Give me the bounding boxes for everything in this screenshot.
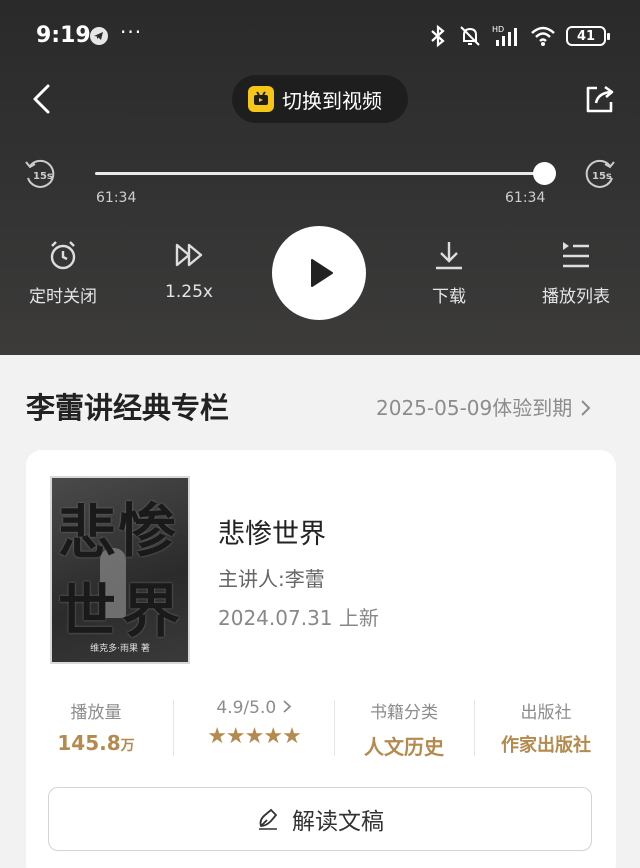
publisher-label: 出版社: [520, 703, 572, 723]
book-cover[interactable]: 悲 惨 世 界 维克多·雨果 著: [50, 476, 190, 664]
stat-category[interactable]: 书籍分类 人文历史: [334, 698, 474, 760]
book-speaker: 主讲人:李蕾: [218, 567, 325, 591]
svg-text:15s: 15s: [33, 171, 53, 182]
stat-plays: 播放量 145.8万: [26, 698, 166, 755]
status-time: 9:19: [36, 23, 91, 48]
playlist-button[interactable]: 播放列表: [521, 238, 631, 307]
share-button[interactable]: [583, 82, 617, 116]
more-notifications-icon: ···: [120, 20, 143, 44]
plays-number: 145.8: [57, 731, 121, 755]
audio-player-panel: 9:19 ··· HD 41 切换到视频 15s 15s 61:34 61:34…: [0, 0, 640, 355]
column-title: 李蕾讲经典专栏: [26, 391, 230, 425]
download-icon: [436, 242, 462, 270]
wifi-icon: [531, 26, 555, 46]
playback-speed-button[interactable]: 1.25x: [134, 238, 244, 302]
chevron-left-icon: [33, 84, 50, 114]
book-info-card: 悲 惨 世 界 维克多·雨果 著 悲惨世界 主讲人:李蕾 2024.07.31 …: [26, 450, 616, 868]
chevron-right-icon: [580, 400, 591, 416]
read-transcript-label: 解读文稿: [292, 809, 384, 835]
playlist-icon: [563, 242, 589, 268]
svg-text:HD: HD: [492, 25, 504, 34]
skip-back-15s-button[interactable]: 15s: [22, 156, 58, 192]
plays-unit: 万: [120, 738, 135, 754]
progress-thumb[interactable]: [533, 162, 556, 185]
mute-bell-icon: [460, 26, 480, 46]
cover-char-2: 惨: [118, 497, 177, 565]
alarm-clock-icon: [50, 241, 76, 270]
playback-speed-label: 1.25x: [165, 282, 213, 302]
timer-close-button[interactable]: 定时关闭: [8, 238, 118, 307]
book-title: 悲惨世界: [218, 519, 326, 550]
pen-icon: [259, 808, 278, 830]
stat-divider: [474, 700, 475, 756]
stat-divider: [173, 700, 174, 756]
share-icon: [586, 85, 614, 113]
bluetooth-icon: [431, 24, 445, 48]
svg-text:15s: 15s: [592, 171, 612, 182]
switch-to-video-button[interactable]: 切换到视频: [232, 75, 408, 123]
rating-label: 4.9/5.0: [184, 698, 324, 718]
trial-expire-link[interactable]: 2025-05-09体验到期: [376, 392, 591, 421]
stat-publisher[interactable]: 出版社 作家出版社: [476, 698, 616, 757]
back-button[interactable]: [28, 82, 58, 116]
play-button[interactable]: [272, 226, 366, 320]
rating-score: 4.9/5.0: [216, 698, 277, 718]
download-label: 下载: [432, 287, 466, 307]
category-value: 人文历史: [364, 735, 444, 759]
plays-label: 播放量: [70, 703, 122, 723]
forward-15-icon: 15s: [585, 159, 615, 188]
stat-rating[interactable]: 4.9/5.0 ★★★★★: [184, 698, 324, 749]
timer-close-label: 定时关闭: [29, 287, 97, 307]
book-release-date: 2024.07.31 上新: [218, 606, 379, 630]
rewind-15-icon: 15s: [25, 159, 55, 188]
cover-char-3: 世: [58, 577, 117, 645]
fast-forward-icon: [175, 243, 203, 267]
download-button[interactable]: 下载: [394, 238, 504, 307]
play-icon: [311, 259, 333, 287]
battery-indicator: 41: [566, 26, 610, 46]
progress-track[interactable]: [95, 172, 545, 175]
total-time: 61:34: [505, 190, 546, 206]
switch-to-video-label: 切换到视频: [282, 88, 382, 113]
cover-author: 维克多·雨果 著: [90, 644, 150, 654]
telegram-icon: [90, 27, 108, 45]
skip-forward-15s-button[interactable]: 15s: [582, 156, 618, 192]
publisher-value: 作家出版社: [501, 735, 591, 756]
status-bar: 9:19 ··· HD 41: [0, 18, 640, 54]
plays-value: 145.8万: [26, 731, 166, 755]
playlist-label: 播放列表: [542, 287, 610, 307]
cellular-signal-icon: HD: [492, 25, 517, 46]
cover-char-1: 悲: [58, 499, 117, 567]
current-time: 61:34: [96, 190, 137, 206]
category-label: 书籍分类: [370, 703, 438, 723]
read-transcript-button[interactable]: 解读文稿: [48, 787, 592, 851]
rating-stars: ★★★★★: [207, 724, 302, 749]
cover-char-4: 界: [122, 577, 181, 645]
trial-expire-label: 2025-05-09体验到期: [376, 396, 573, 420]
chevron-right-icon: [283, 700, 291, 713]
video-icon: [248, 86, 274, 112]
